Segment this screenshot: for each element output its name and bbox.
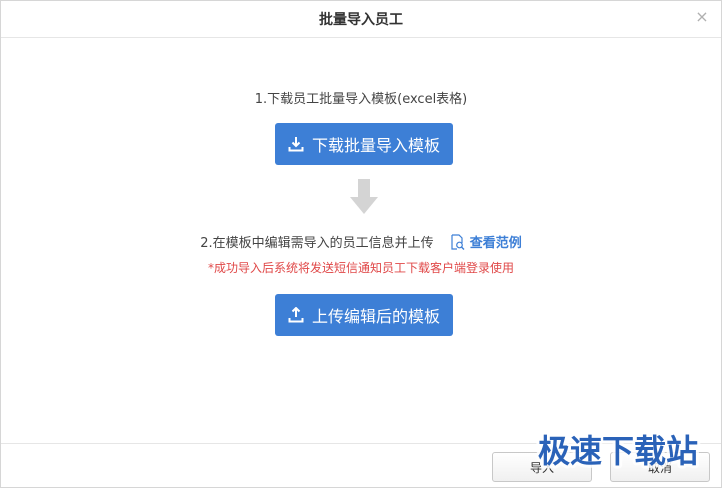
- magnify-document-icon: [451, 233, 465, 250]
- step2-row: 2.在模板中编辑需导入的员工信息并上传 查看范例: [1, 232, 721, 251]
- import-employees-dialog: 批量导入员工 × 1.下载员工批量导入模板(excel表格) 下载批量导入模板 …: [0, 0, 722, 488]
- import-button[interactable]: 导入: [492, 452, 592, 482]
- cancel-button[interactable]: 取消: [610, 452, 710, 482]
- arrow-down-icon: [350, 179, 378, 215]
- close-icon[interactable]: ×: [693, 8, 711, 26]
- upload-template-button[interactable]: 上传编辑后的模板: [275, 294, 453, 336]
- upload-template-label: 上传编辑后的模板: [311, 307, 440, 326]
- dialog-title: 批量导入员工: [319, 12, 403, 28]
- dialog-titlebar: 批量导入员工 ×: [1, 1, 721, 38]
- sms-notice: *成功导入后系统将发送短信通知员工下载客户端登录使用: [207, 261, 514, 275]
- step1-instruction: 1.下载员工批量导入模板(excel表格): [254, 92, 468, 107]
- download-icon: [288, 136, 304, 152]
- view-example-link[interactable]: 查看范例: [450, 232, 522, 251]
- step2-instruction: 2.在模板中编辑需导入的员工信息并上传: [200, 236, 434, 251]
- download-template-label: 下载批量导入模板: [311, 136, 440, 155]
- view-example-label: 查看范例: [469, 236, 522, 251]
- footer-divider: [1, 443, 721, 444]
- upload-icon: [288, 306, 304, 323]
- download-template-button[interactable]: 下载批量导入模板: [275, 123, 453, 165]
